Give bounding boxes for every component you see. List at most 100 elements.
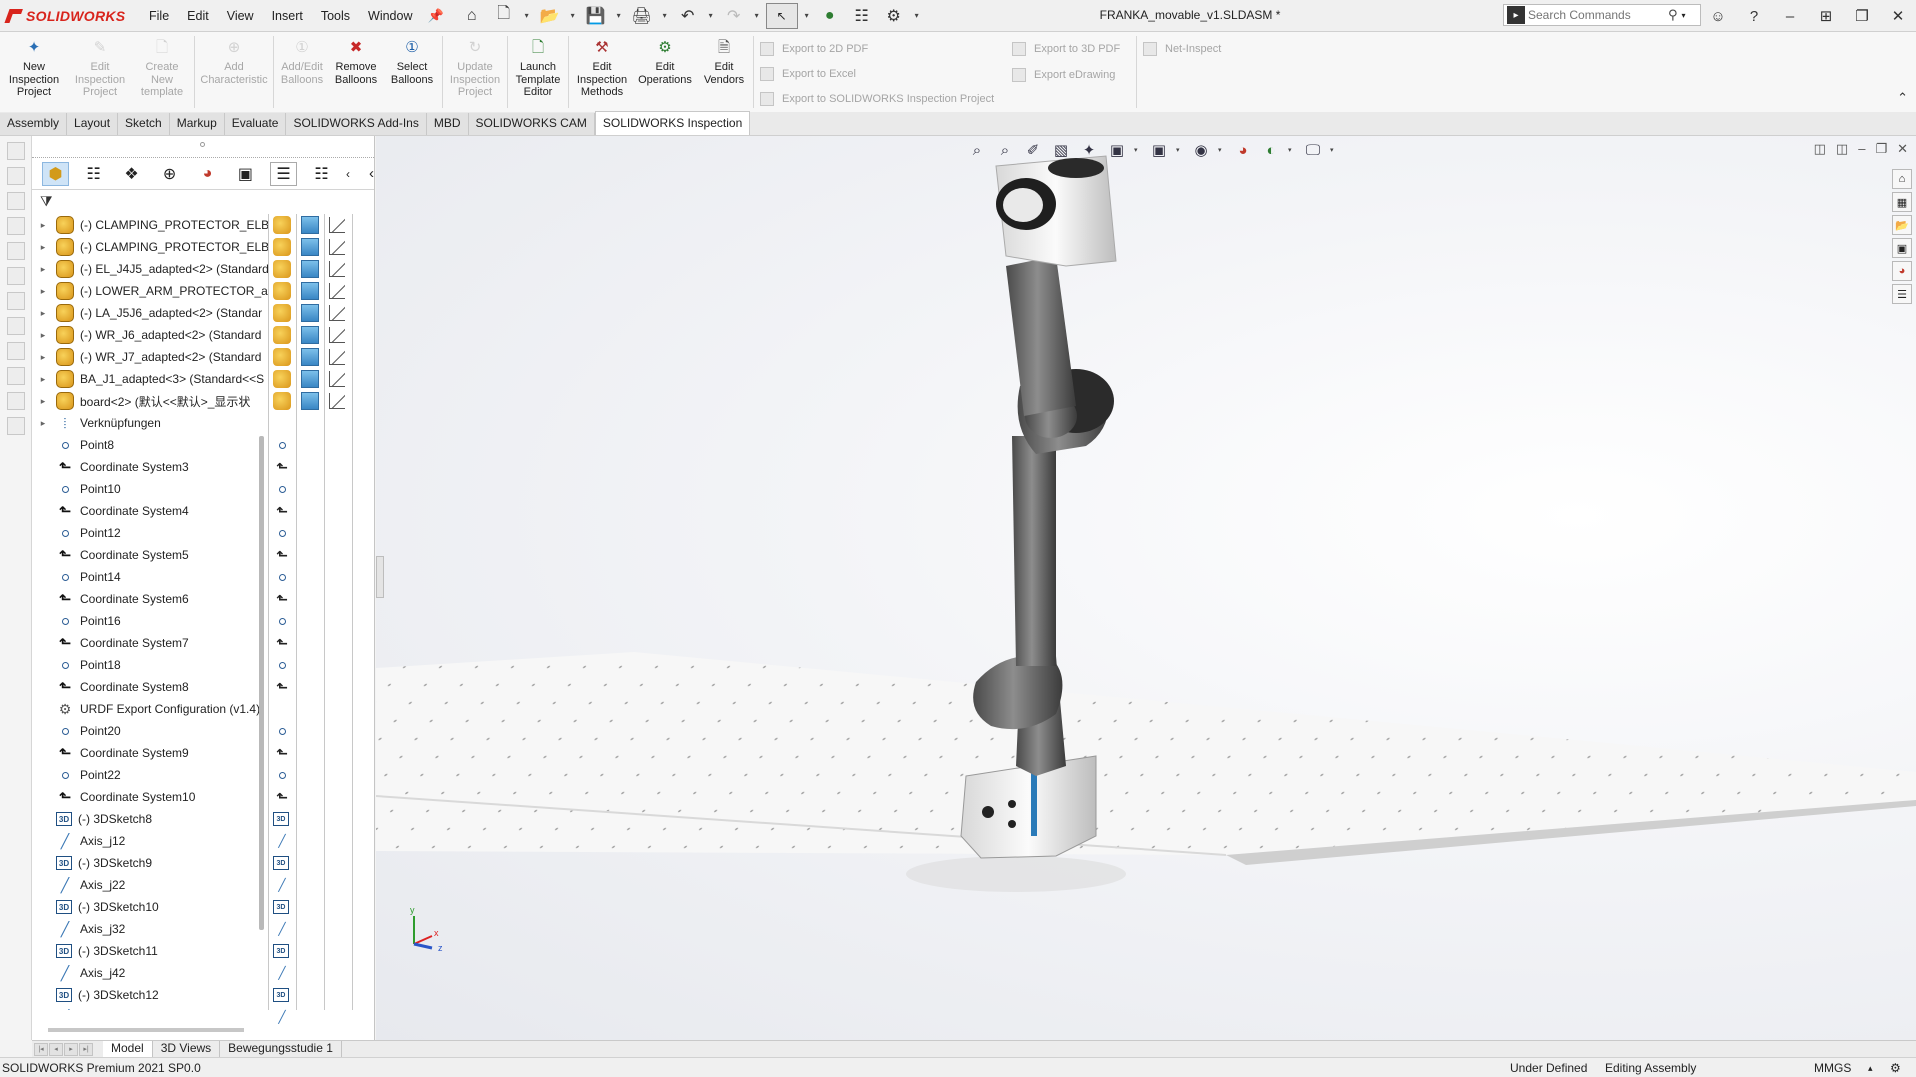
sketch-status-icon[interactable]: 3D	[273, 856, 289, 870]
last-tab-icon[interactable]: ▸|	[79, 1042, 93, 1056]
account-icon[interactable]: ☺	[1700, 8, 1736, 25]
tree-item[interactable]: Point16	[32, 610, 268, 632]
point-status-icon[interactable]	[273, 722, 291, 740]
point-status-icon[interactable]	[273, 436, 291, 454]
tree-filter[interactable]: ⧩	[32, 190, 374, 212]
dimxpert-icon[interactable]: ⊕	[156, 162, 183, 186]
search-dropdown-icon[interactable]: ▾	[1682, 11, 1686, 20]
quick-tips-icon[interactable]: ⚙	[1890, 1061, 1901, 1075]
strip-tool-icon[interactable]	[7, 167, 25, 185]
export-excel-button[interactable]: Export to Excel	[756, 61, 1008, 86]
feature-manager-tree-icon[interactable]: ⬢	[42, 161, 70, 186]
axis-status-icon[interactable]: ╱	[273, 1008, 291, 1026]
open-dropdown-icon[interactable]: ▾	[568, 11, 578, 20]
new-document-icon[interactable]: 🗋	[490, 3, 518, 29]
coordinate-system-status-icon[interactable]: ⬑	[273, 590, 291, 608]
collapse-ribbon-icon[interactable]: ⌃	[1897, 90, 1908, 106]
add-edit-balloons-button[interactable]: ① Add/Edit Balloons	[276, 32, 328, 112]
expand-arrow-icon[interactable]: ▸	[36, 220, 50, 231]
undo-icon[interactable]: ↶	[674, 3, 702, 29]
menu-view[interactable]: View	[218, 9, 263, 23]
coordinate-system-status-icon[interactable]: ⬑	[273, 788, 291, 806]
tree-item[interactable]: ▸ ⦙ Verknüpfungen	[32, 412, 268, 434]
sketch-status-icon[interactable]: 3D	[273, 988, 289, 1002]
cam-tools-tree-icon[interactable]: ☷	[308, 162, 335, 186]
tree-item[interactable]: ▸ (-) CLAMPING_PROTECTOR_ELB	[32, 214, 268, 236]
cam-operation-tree-icon[interactable]: ☰	[269, 161, 298, 186]
restore-icon[interactable]: ❐	[1844, 7, 1880, 25]
component-status-icon[interactable]	[273, 282, 291, 300]
menu-edit[interactable]: Edit	[178, 9, 218, 23]
characteristic-status-icon[interactable]	[329, 239, 345, 255]
tree-horizontal-scrollbar[interactable]	[48, 1028, 244, 1032]
search-icon[interactable]: ⚲	[1668, 7, 1678, 23]
options-gear-icon[interactable]: ⚙	[880, 3, 908, 29]
component-status-icon[interactable]	[273, 392, 291, 410]
strip-tool-icon[interactable]	[7, 342, 25, 360]
collapse-panel-icon[interactable]: ‹	[369, 165, 374, 182]
axis-status-icon[interactable]: ╱	[273, 832, 291, 850]
tree-item[interactable]: Point20	[32, 720, 268, 742]
update-inspection-project-button[interactable]: ↻ Update Inspection Project	[445, 32, 505, 112]
home-icon[interactable]: ⌂	[458, 3, 486, 29]
edit-inspection-methods-button[interactable]: ⚒ Edit Inspection Methods	[571, 32, 633, 112]
sketch-status-icon[interactable]: 3D	[273, 812, 289, 826]
expand-arrow-icon[interactable]: ▸	[36, 330, 50, 341]
new-inspection-project-button[interactable]: ✦ New Inspection Project	[0, 32, 68, 112]
expand-arrow-icon[interactable]: ▸	[36, 418, 50, 429]
panel-split-handle[interactable]	[32, 136, 374, 158]
component-status-icon[interactable]	[273, 260, 291, 278]
tab-layout[interactable]: Layout	[67, 113, 119, 135]
menu-tools[interactable]: Tools	[312, 9, 359, 23]
expand-arrow-icon[interactable]: ▸	[36, 374, 50, 385]
axis-status-icon[interactable]: ╱	[273, 876, 291, 894]
tree-item[interactable]: ▸ BA_J1_adapted<3> (Standard<<S	[32, 368, 268, 390]
pin-menu-icon[interactable]: 📌	[422, 8, 450, 24]
tree-item[interactable]: ⬑ Coordinate System6	[32, 588, 268, 610]
add-characteristic-button[interactable]: ⊕ Add Characteristic	[197, 32, 271, 112]
tree-vertical-scrollbar[interactable]	[259, 436, 264, 930]
tree-item[interactable]: Point22	[32, 764, 268, 786]
inspection-status-icon[interactable]	[301, 282, 319, 300]
export-2d-pdf-button[interactable]: Export to 2D PDF	[756, 36, 1008, 61]
tree-item[interactable]: Point12	[32, 522, 268, 544]
expand-arrow-icon[interactable]: ▸	[36, 264, 50, 275]
save-dropdown-icon[interactable]: ▾	[614, 11, 624, 20]
tree-item[interactable]: ▸ (-) WR_J7_adapted<2> (Standard	[32, 346, 268, 368]
tree-item[interactable]: ⬑ Coordinate System3	[32, 456, 268, 478]
tab-evaluate[interactable]: Evaluate	[224, 113, 287, 135]
cam-feature-tree-icon[interactable]: ▣	[232, 162, 259, 186]
strip-tool-icon[interactable]	[7, 417, 25, 435]
strip-tool-icon[interactable]	[7, 192, 25, 210]
axis-status-icon[interactable]: ╱	[273, 920, 291, 938]
inspection-status-icon[interactable]	[301, 370, 319, 388]
expand-arrow-icon[interactable]: ▸	[36, 352, 50, 363]
edit-inspection-project-button[interactable]: ✎ Edit Inspection Project	[68, 32, 132, 112]
tab-mbd[interactable]: MBD	[426, 113, 469, 135]
net-inspect-button[interactable]: Net-Inspect	[1139, 36, 1259, 62]
tree-item[interactable]: ╱Axis_j52	[32, 1006, 268, 1011]
tree-item[interactable]: ╱ Axis_j12	[32, 830, 268, 852]
characteristic-status-icon[interactable]	[329, 261, 345, 277]
tree-item[interactable]: ▸ (-) CLAMPING_PROTECTOR_ELB	[32, 236, 268, 258]
menu-window[interactable]: Window	[359, 9, 421, 23]
select-balloons-button[interactable]: ① Select Balloons	[384, 32, 440, 112]
tree-item[interactable]: ╱ Axis_j42	[32, 962, 268, 984]
close-icon[interactable]: ✕	[1880, 7, 1916, 25]
menu-insert[interactable]: Insert	[263, 9, 312, 23]
prev-tab-icon[interactable]: ◂	[49, 1042, 63, 1056]
first-tab-icon[interactable]: |◂	[34, 1042, 48, 1056]
edit-vendors-button[interactable]: 🗎 Edit Vendors	[697, 32, 751, 112]
component-status-icon[interactable]	[273, 238, 291, 256]
select-cursor-icon[interactable]: ↖	[765, 2, 798, 29]
redo-dropdown-icon[interactable]: ▾	[752, 11, 762, 20]
tree-item[interactable]: Point8	[32, 434, 268, 456]
characteristic-status-icon[interactable]	[329, 349, 345, 365]
tab-sketch[interactable]: Sketch	[118, 113, 170, 135]
export-edrawing-button[interactable]: Export eDrawing	[1008, 62, 1134, 88]
help-icon[interactable]: ?	[1736, 8, 1772, 25]
tab-assembly[interactable]: Assembly	[0, 113, 68, 135]
point-status-icon[interactable]	[273, 612, 291, 630]
tab-motion-study[interactable]: Bewegungsstudie 1	[220, 1041, 342, 1057]
sketch-status-icon[interactable]: 3D	[273, 944, 289, 958]
